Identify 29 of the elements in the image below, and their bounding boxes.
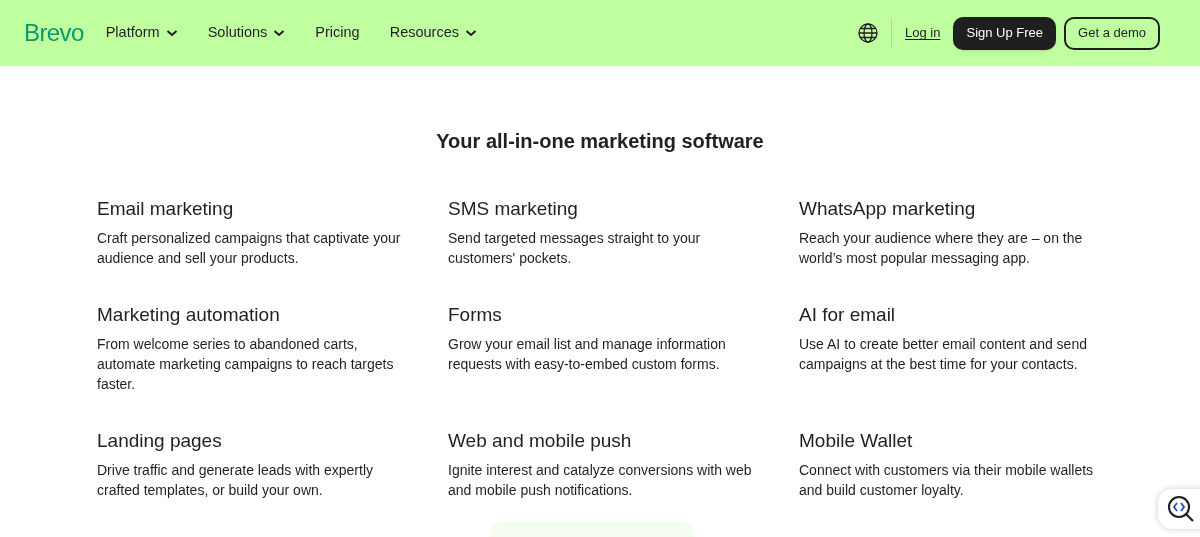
feature-description: Grow your email list and manage information requests with easy-to-embed custom forms. — [448, 335, 727, 374]
feature-description: Reach your audience where they are – on the world’s most popular messaging app. — [799, 229, 1084, 268]
nav-menu-item[interactable]: Solutions — [207, 22, 286, 44]
feature-title: Web and mobile push — [448, 429, 633, 453]
search-code-icon — [1167, 495, 1195, 523]
section-heading: Your all-in-one marketing software — [435, 129, 765, 154]
feature-description: Connect with customers via their mobile wallets and build customer loyalty. — [799, 461, 1095, 500]
nav-menu-item[interactable]: Platform — [105, 22, 178, 44]
feature-title: WhatsApp marketing — [799, 197, 977, 221]
feature-description: From welcome series to abandoned carts, automate marketing campaigns to reach targets faster. — [97, 335, 395, 394]
feature-description: Craft personalized campaigns that captivate your audience and sell your products. — [97, 229, 402, 268]
demo-button[interactable]: Get a demo — [1064, 16, 1160, 50]
feature-description: Ignite interest and catalyze conversions with web and mobile push notifications. — [448, 461, 753, 500]
feature-title: Email marketing — [97, 197, 235, 221]
feature-title: Marketing automation — [97, 303, 281, 327]
feature-description: Send targeted messages straight to your customers' pockets. — [448, 229, 702, 268]
nav-menu-item[interactable]: Resources — [389, 22, 477, 44]
feature-title: Forms — [448, 303, 503, 327]
signup-button[interactable]: Sign Up Free — [953, 16, 1057, 50]
feature-description: Drive traffic and generate leads with expertly crafted templates, or build your own. — [97, 461, 374, 500]
nav-menu-item[interactable]: Pricing — [315, 22, 360, 44]
feature-title: AI for email — [799, 303, 897, 327]
feature-title: SMS marketing — [448, 197, 579, 221]
feature-description: Use AI to create better email content and send campaigns at the best time for your contacts. — [799, 335, 1088, 374]
feature-title: Landing pages — [97, 429, 223, 453]
feature-title: Mobile Wallet — [799, 429, 914, 453]
help-widget[interactable] — [1158, 489, 1200, 529]
globe-icon[interactable] — [858, 23, 879, 43]
login-link[interactable]: Log in — [905, 23, 941, 43]
